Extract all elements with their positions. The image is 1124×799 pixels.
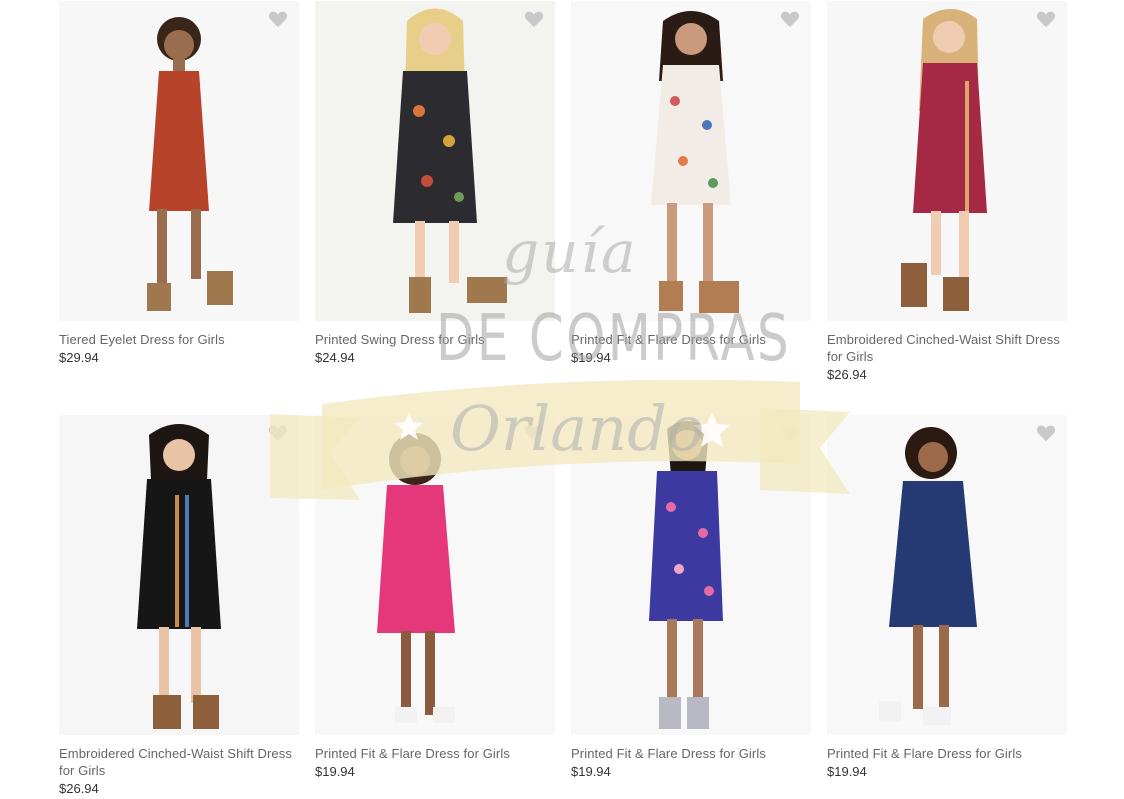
product-image[interactable]: [315, 415, 555, 735]
product-card[interactable]: Printed Swing Dress for Girls $24.94: [315, 1, 555, 367]
product-grid: Tiered Eyelet Dress for Girls $29.94 Pri…: [0, 0, 1124, 799]
product-name[interactable]: Embroidered Cinched-Waist Shift Dress fo…: [59, 745, 299, 779]
product-card[interactable]: Printed Fit & Flare Dress for Girls $19.…: [571, 415, 811, 781]
product-card[interactable]: Embroidered Cinched-Waist Shift Dress fo…: [827, 1, 1067, 384]
heart-icon[interactable]: [268, 424, 288, 442]
product-card[interactable]: Tiered Eyelet Dress for Girls $29.94: [59, 1, 299, 367]
product-card[interactable]: Embroidered Cinched-Waist Shift Dress fo…: [59, 415, 299, 798]
product-price: $19.94: [571, 764, 611, 779]
heart-icon[interactable]: [268, 10, 288, 28]
product-price: $19.94: [827, 764, 867, 779]
model-photo: [827, 415, 1067, 735]
product-price: $26.94: [827, 367, 867, 382]
product-name[interactable]: Printed Fit & Flare Dress for Girls: [571, 745, 811, 762]
heart-icon[interactable]: [524, 424, 544, 442]
product-price: $29.94: [59, 350, 99, 365]
model-photo: [571, 1, 811, 321]
product-price: $19.94: [571, 350, 611, 365]
product-price: $19.94: [315, 764, 355, 779]
model-photo: [827, 1, 1067, 321]
heart-icon[interactable]: [524, 10, 544, 28]
product-price: $24.94: [315, 350, 355, 365]
product-name[interactable]: Tiered Eyelet Dress for Girls: [59, 331, 299, 348]
product-image[interactable]: [59, 415, 299, 735]
model-photo: [315, 1, 555, 321]
product-name[interactable]: Printed Fit & Flare Dress for Girls: [315, 745, 555, 762]
product-card[interactable]: Printed Fit & Flare Dress for Girls $19.…: [315, 415, 555, 781]
product-image[interactable]: [59, 1, 299, 321]
model-photo: [571, 415, 811, 735]
product-image[interactable]: [827, 415, 1067, 735]
model-photo: [315, 415, 555, 735]
product-card[interactable]: Printed Fit & Flare Dress for Girls $19.…: [827, 415, 1067, 781]
heart-icon[interactable]: [1036, 424, 1056, 442]
product-name[interactable]: Printed Fit & Flare Dress for Girls: [827, 745, 1067, 762]
product-image[interactable]: [315, 1, 555, 321]
product-image[interactable]: [827, 1, 1067, 321]
model-photo: [59, 1, 299, 321]
product-image[interactable]: [571, 415, 811, 735]
product-name[interactable]: Printed Fit & Flare Dress for Girls: [571, 331, 811, 348]
model-photo: [59, 415, 299, 735]
product-name[interactable]: Printed Swing Dress for Girls: [315, 331, 555, 348]
product-price: $26.94: [59, 781, 99, 796]
heart-icon[interactable]: [780, 10, 800, 28]
product-card[interactable]: Printed Fit & Flare Dress for Girls $19.…: [571, 1, 811, 367]
heart-icon[interactable]: [780, 424, 800, 442]
heart-icon[interactable]: [1036, 10, 1056, 28]
product-name[interactable]: Embroidered Cinched-Waist Shift Dress fo…: [827, 331, 1067, 365]
product-image[interactable]: [571, 1, 811, 321]
